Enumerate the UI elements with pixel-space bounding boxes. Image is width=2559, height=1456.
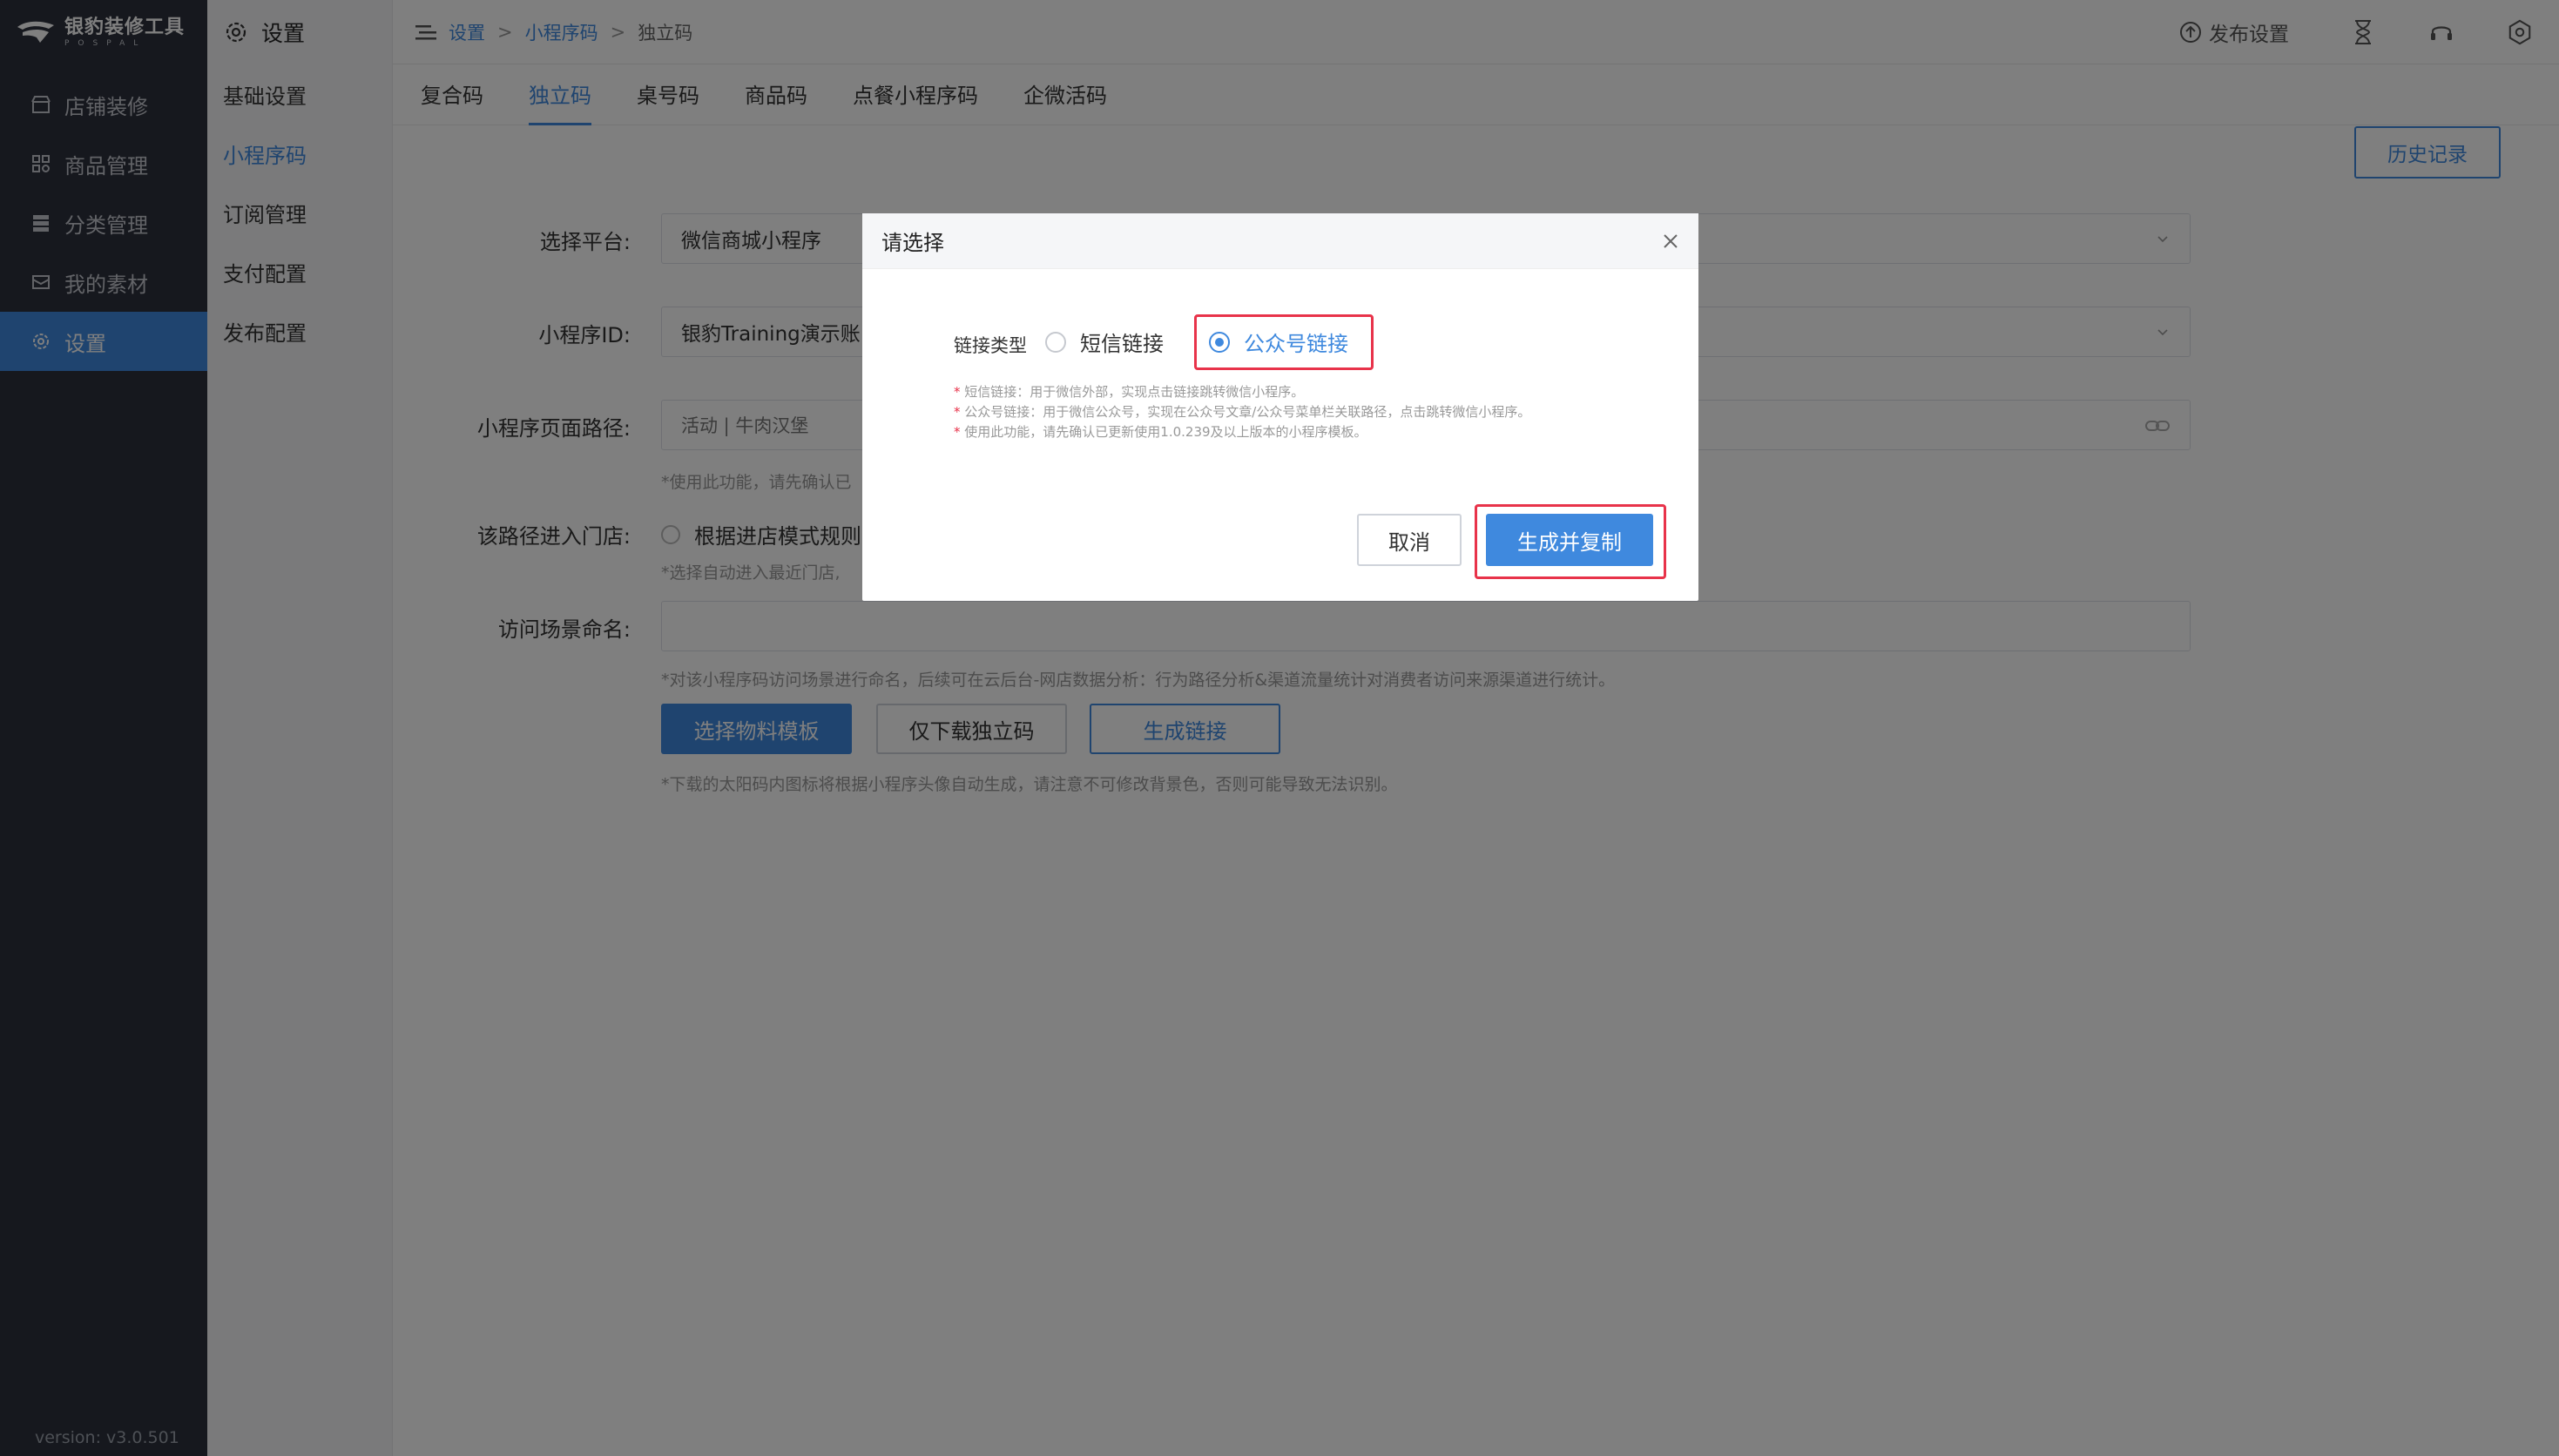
radio-official-account-link[interactable]: 公众号链接 xyxy=(1209,327,1348,357)
close-icon[interactable] xyxy=(1660,231,1681,252)
radio-sms-link[interactable]: 短信链接 xyxy=(1045,327,1164,357)
note-line: * 公众号链接：用于微信公众号，实现在公众号文章/公众号菜单栏关联路径，点击跳转… xyxy=(954,404,1531,420)
dialog-notes: * 短信链接：用于微信外部，实现点击链接跳转微信小程序。 * 公众号链接：用于微… xyxy=(954,382,1590,442)
note-line: * 短信链接：用于微信外部，实现点击链接跳转微信小程序。 xyxy=(954,384,1305,400)
radio-official-label: 公众号链接 xyxy=(1244,332,1348,356)
link-type-label: 链接类型 xyxy=(954,335,1027,356)
dialog-header: 请选择 xyxy=(862,213,1698,269)
cancel-button[interactable]: 取消 xyxy=(1357,514,1462,566)
radio-circle xyxy=(1045,331,1066,353)
note-line: * 使用此功能，请先确认已更新使用1.0.239及以上版本的小程序模板。 xyxy=(954,424,1367,440)
select-link-dialog: 请选择 链接类型 短信链接 公众号链接 * 短信链接：用于微信外部，实现点击链接… xyxy=(862,213,1698,601)
dialog-title: 请选择 xyxy=(881,231,944,255)
radio-sms-label: 短信链接 xyxy=(1080,332,1164,356)
radio-circle-selected xyxy=(1209,331,1230,353)
generate-and-copy-button[interactable]: 生成并复制 xyxy=(1486,514,1653,566)
